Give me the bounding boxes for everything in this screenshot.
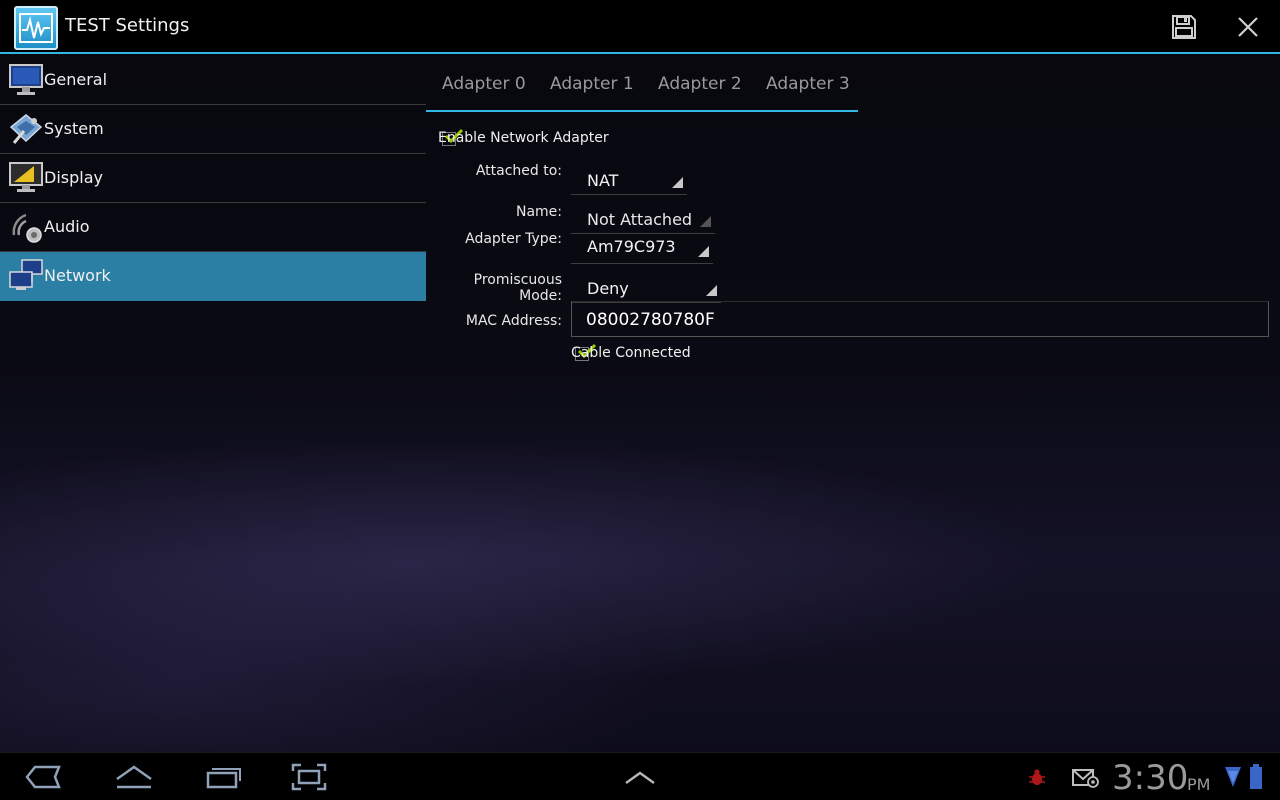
recent-apps-button[interactable] <box>204 761 244 793</box>
dropdown-arrow-icon <box>700 216 711 227</box>
sidebar-item-label: Network <box>44 266 111 285</box>
screenshot-icon <box>291 763 327 791</box>
adapter-type-dropdown[interactable]: Am79C973 <box>571 234 713 264</box>
chip-wrench-icon <box>8 111 44 147</box>
sidebar-item-label: Display <box>44 168 103 187</box>
speaker-icon <box>8 209 44 245</box>
clock-ampm: PM <box>1187 775 1211 794</box>
attached-to-dropdown[interactable]: NAT <box>571 165 687 195</box>
sidebar-item-audio[interactable]: Audio <box>0 203 426 252</box>
mac-address-field[interactable]: 08002780780F <box>571 301 1269 337</box>
attached-to-label: Attached to: <box>475 163 562 179</box>
wifi-icon[interactable] <box>1224 765 1242 789</box>
mac-address-value: 08002780780F <box>586 310 715 330</box>
recent-apps-icon <box>206 768 241 789</box>
action-bar: TEST Settings <box>0 0 1280 54</box>
mail-icon[interactable] <box>1071 767 1099 789</box>
tab-adapter-1[interactable]: Adapter 1 <box>550 74 634 94</box>
adapter-type-label: Adapter Type: <box>465 231 562 247</box>
enable-network-adapter-label: Enable Network Adapter <box>438 130 609 146</box>
name-value: Not Attached <box>587 210 693 229</box>
app-title: TEST Settings <box>65 15 190 36</box>
mac-address-label: MAC Address: <box>465 313 562 329</box>
sidebar-item-network[interactable]: Network <box>0 252 426 301</box>
sidebar-item-label: Audio <box>44 217 90 236</box>
system-bar: 3:30 PM <box>0 752 1280 800</box>
up-caret-icon <box>625 771 655 785</box>
promiscuous-mode-label: Promiscuous Mode: <box>473 272 562 304</box>
tab-adapter-3[interactable]: Adapter 3 <box>766 74 850 94</box>
floppy-disk-icon <box>1172 15 1196 39</box>
dropdown-arrow-icon <box>706 285 717 296</box>
adapter-type-value: Am79C973 <box>587 237 676 256</box>
settings-sidebar: General System Display Audio Network <box>0 56 426 301</box>
sidebar-item-system[interactable]: System <box>0 105 426 154</box>
bug-icon[interactable] <box>1028 769 1046 787</box>
save-button[interactable] <box>1167 10 1201 44</box>
promiscuous-mode-value: Deny <box>587 279 629 298</box>
menu-up-button[interactable] <box>620 761 660 793</box>
display-ruler-icon <box>8 160 44 196</box>
networked-computers-icon <box>8 258 44 294</box>
name-dropdown[interactable]: Not Attached <box>571 204 715 234</box>
monitor-icon <box>8 62 44 98</box>
sidebar-item-label: System <box>44 119 104 138</box>
close-x-icon <box>1238 17 1258 37</box>
attached-to-value: NAT <box>587 171 619 190</box>
name-label: Name: <box>515 204 562 220</box>
back-icon <box>25 765 61 789</box>
waveform-app-icon <box>14 6 58 50</box>
tab-adapter-2[interactable]: Adapter 2 <box>658 74 742 94</box>
close-button[interactable] <box>1231 10 1265 44</box>
adapter-tabs: Adapter 0 Adapter 1 Adapter 2 Adapter 3 <box>426 56 858 112</box>
battery-icon[interactable] <box>1249 763 1263 791</box>
screenshot-button[interactable] <box>289 761 329 793</box>
cable-connected-label: Cable Connected <box>571 345 691 361</box>
dropdown-arrow-icon <box>698 246 709 257</box>
sidebar-item-general[interactable]: General <box>0 56 426 105</box>
clock-time[interactable]: 3:30 <box>1112 758 1188 798</box>
dropdown-arrow-icon <box>672 177 683 188</box>
tab-adapter-0[interactable]: Adapter 0 <box>442 74 526 94</box>
sidebar-item-display[interactable]: Display <box>0 154 426 203</box>
home-button[interactable] <box>114 761 154 793</box>
home-icon <box>116 765 152 789</box>
back-button[interactable] <box>23 761 63 793</box>
promiscuous-mode-dropdown[interactable]: Deny <box>571 273 721 303</box>
sidebar-item-label: General <box>44 70 108 89</box>
